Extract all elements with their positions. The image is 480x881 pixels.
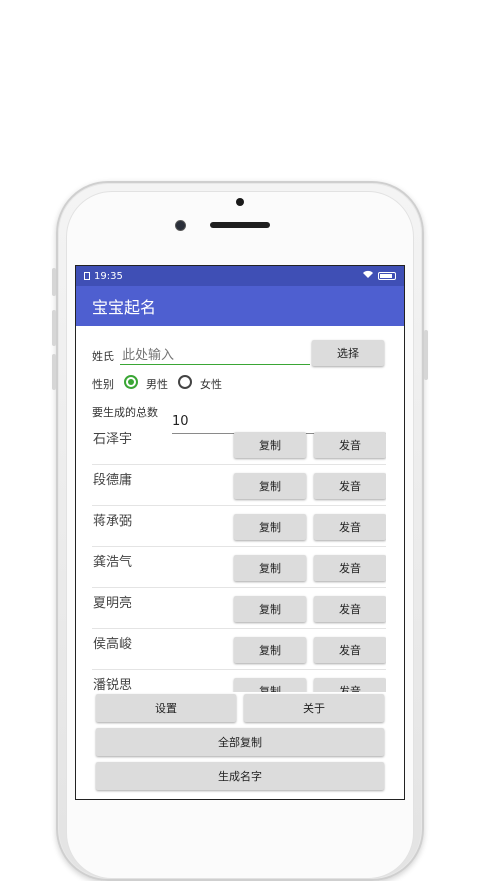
copy-button[interactable]: 复制: [234, 473, 306, 499]
front-camera: [175, 220, 186, 231]
pronounce-button[interactable]: 发音: [314, 596, 386, 622]
generated-name: 蒋承弼: [93, 514, 133, 529]
main-content: 姓氏 选择 性别 男性 女性 要生成的总数 10 石泽宇 复制 发音 段德庸 复…: [76, 326, 404, 799]
list-item: 侯高峻 复制 发音: [92, 629, 386, 670]
generated-name: 龚浩气: [93, 555, 133, 570]
copy-all-button[interactable]: 全部复制: [96, 728, 384, 756]
app-screen: 19:35 宝宝起名 姓氏 选择 性别 男性 女性 要生成的总数 10 石泽宇: [75, 265, 405, 800]
app-title: 宝宝起名: [92, 298, 157, 317]
list-item: 潘锐思 复制 发音: [92, 670, 386, 692]
copy-button[interactable]: 复制: [234, 555, 306, 581]
choose-surname-button[interactable]: 选择: [312, 340, 384, 366]
generated-name: 段德庸: [93, 473, 133, 488]
generated-name: 侯高峻: [93, 637, 133, 652]
generated-name: 潘锐思: [93, 678, 133, 692]
copy-button[interactable]: 复制: [234, 637, 306, 663]
pronounce-button[interactable]: 发音: [314, 555, 386, 581]
pronounce-button[interactable]: 发音: [314, 678, 386, 692]
phone-power-button: [424, 330, 428, 380]
status-bar: 19:35: [76, 266, 404, 286]
gender-male-label[interactable]: 男性: [146, 376, 168, 392]
generate-names-button[interactable]: 生成名字: [96, 762, 384, 790]
list-item: 段德庸 复制 发音: [92, 465, 386, 506]
gender-female-radio[interactable]: [178, 375, 192, 389]
copy-button[interactable]: 复制: [234, 596, 306, 622]
settings-button[interactable]: 设置: [96, 694, 236, 722]
list-item: 夏明亮 复制 发音: [92, 588, 386, 629]
copy-button[interactable]: 复制: [234, 514, 306, 540]
gender-label: 性别: [92, 378, 114, 391]
name-list: 石泽宇 复制 发音 段德庸 复制 发音 蒋承弼 复制 发音 龚浩气 复制 发音 …: [92, 424, 386, 692]
battery-icon: [378, 272, 396, 280]
sim-icon: [84, 272, 90, 280]
camera-dot: [236, 198, 244, 206]
status-time: 19:35: [94, 270, 123, 282]
gender-male-radio[interactable]: [124, 375, 138, 389]
pronounce-button[interactable]: 发音: [314, 473, 386, 499]
app-bar: 宝宝起名: [76, 286, 404, 326]
surname-input[interactable]: [120, 346, 310, 365]
count-label: 要生成的总数: [92, 406, 158, 419]
copy-button[interactable]: 复制: [234, 432, 306, 458]
pronounce-button[interactable]: 发音: [314, 514, 386, 540]
generated-name: 石泽宇: [93, 432, 133, 447]
list-item: 蒋承弼 复制 发音: [92, 506, 386, 547]
phone-volume-button: [52, 310, 56, 346]
list-item: 石泽宇 复制 发音: [92, 424, 386, 465]
about-button[interactable]: 关于: [244, 694, 384, 722]
surname-label: 姓氏: [92, 350, 114, 363]
pronounce-button[interactable]: 发音: [314, 637, 386, 663]
pronounce-button[interactable]: 发音: [314, 432, 386, 458]
phone-side-button: [52, 268, 56, 296]
earpiece-speaker: [210, 222, 270, 228]
copy-button[interactable]: 复制: [234, 678, 306, 692]
wifi-icon: [362, 270, 374, 282]
generated-name: 夏明亮: [93, 596, 133, 611]
phone-volume-button: [52, 354, 56, 390]
list-item: 龚浩气 复制 发音: [92, 547, 386, 588]
gender-female-label[interactable]: 女性: [200, 376, 222, 392]
